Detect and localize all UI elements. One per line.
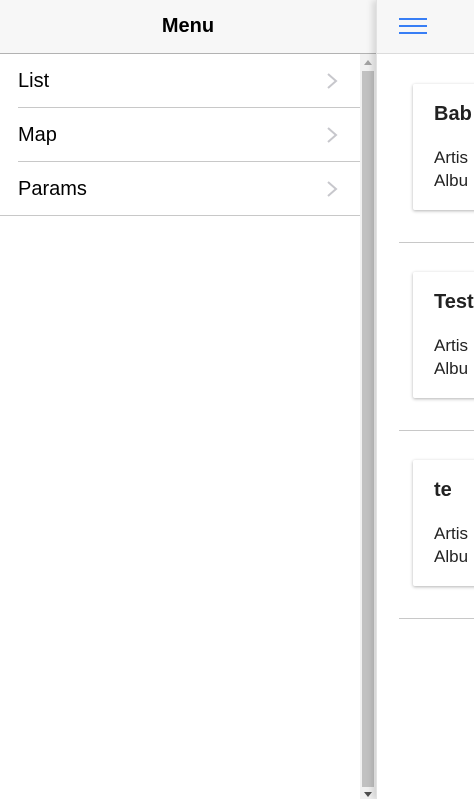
card-artist: Artis [434, 336, 468, 355]
scrollbar-thumb[interactable] [362, 71, 374, 787]
card-album: Albu [434, 359, 469, 378]
side-menu: Menu List Map Params [0, 0, 376, 799]
song-card[interactable]: te Artis Albu [413, 460, 474, 586]
menu-item-label: List [18, 69, 50, 92]
menu-item-params[interactable]: Params [0, 162, 360, 216]
list-item: te Artis Albu [399, 430, 474, 619]
menu-item-label: Params [18, 177, 87, 200]
list-item: Test Artis Albu [399, 242, 474, 431]
chevron-right-icon [327, 127, 338, 143]
menu-item-label: Map [18, 123, 57, 146]
card-title: Bab [434, 103, 472, 125]
card-artist: Artis [434, 148, 468, 167]
hamburger-icon[interactable] [399, 17, 427, 35]
song-card[interactable]: Test Artis Albu [413, 272, 474, 398]
content-header [377, 0, 474, 54]
menu-header: Menu [0, 0, 376, 54]
song-card[interactable]: Bab Artis Albu [413, 84, 474, 210]
card-artist: Artis [434, 524, 468, 543]
card-album: Albu [434, 171, 469, 190]
chevron-right-icon [327, 181, 338, 197]
chevron-right-icon [327, 73, 338, 89]
menu-item-list[interactable]: List [0, 54, 360, 108]
menu-list: List Map Params [0, 54, 360, 216]
menu-item-map[interactable]: Map [0, 108, 360, 162]
menu-scrollbar[interactable] [360, 54, 376, 799]
card-title: Test [434, 291, 474, 313]
card-title: te [434, 479, 452, 501]
scroll-up-arrow-icon[interactable] [364, 60, 372, 65]
list-item: Bab Artis Albu [399, 54, 474, 243]
card-album: Albu [434, 547, 469, 566]
app: Menu List Map Params Bab Artis Albu Test… [0, 0, 474, 799]
main-content: Bab Artis Albu Test Artis Albu te Artis … [376, 0, 474, 799]
scroll-down-arrow-icon[interactable] [364, 792, 372, 797]
divider [0, 215, 360, 216]
menu-title: Menu [161, 15, 215, 37]
